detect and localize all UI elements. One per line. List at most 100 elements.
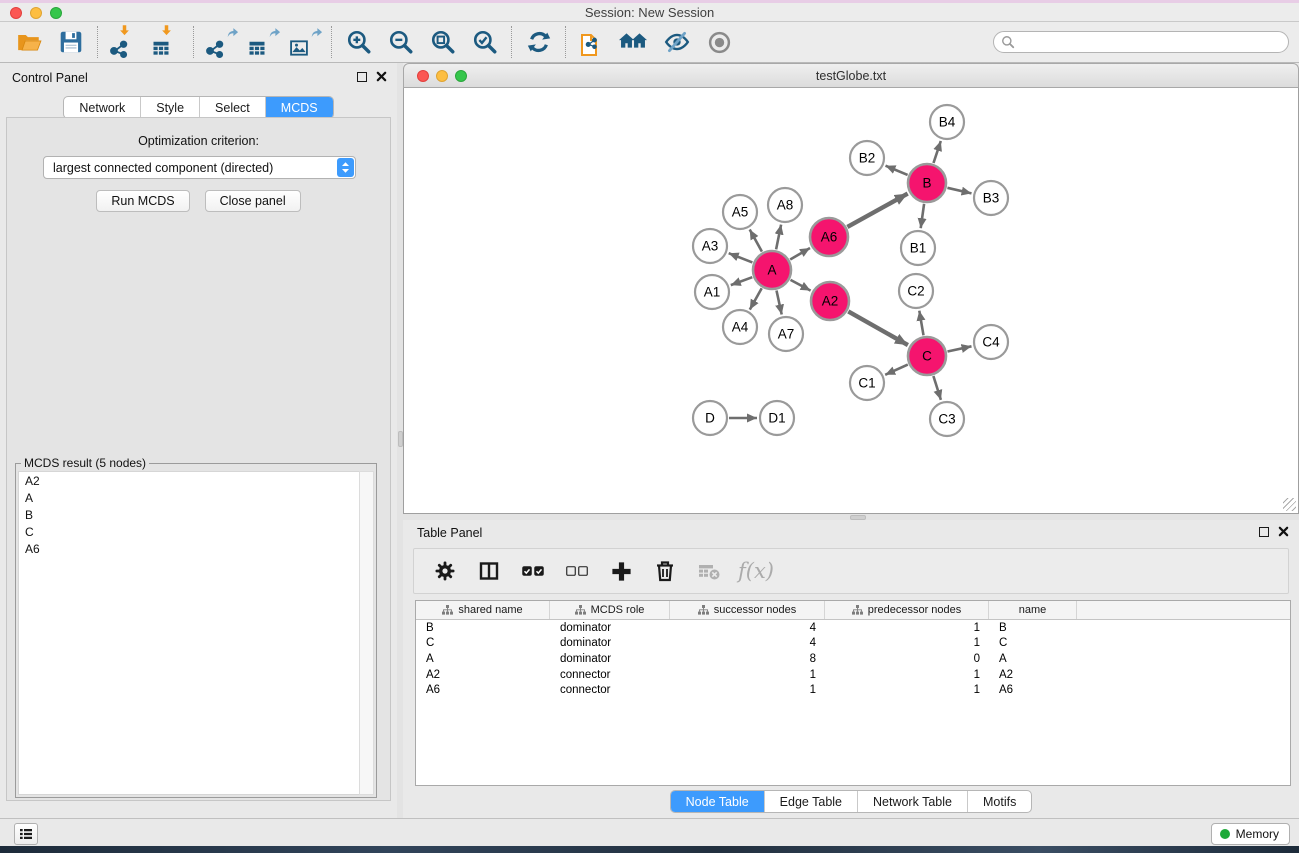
mcds-result-item[interactable]: A — [19, 489, 360, 506]
graph-node-C3[interactable]: C3 — [930, 402, 964, 436]
graph-edge-A-A2[interactable] — [791, 280, 811, 291]
table-cell[interactable]: connector — [550, 684, 670, 696]
graph-node-C2[interactable]: C2 — [899, 274, 933, 308]
close-panel-icon[interactable] — [1278, 526, 1289, 537]
graph-node-A8[interactable]: A8 — [768, 188, 802, 222]
graph-edge-B-B1[interactable] — [921, 204, 924, 228]
graph-edge-A-A4[interactable] — [750, 288, 762, 309]
column-header-shared-name[interactable]: shared name — [416, 601, 550, 619]
close-panel-icon[interactable] — [376, 71, 387, 82]
export-network-button[interactable] — [200, 24, 242, 60]
divider-grip[interactable] — [850, 515, 866, 520]
save-session-button[interactable] — [50, 24, 92, 60]
open-session-button[interactable] — [8, 24, 50, 60]
graph-node-B[interactable]: B — [908, 164, 946, 202]
column-header-predecessor-nodes[interactable]: predecessor nodes — [825, 601, 989, 619]
graph-edge-A-A3[interactable] — [729, 253, 753, 262]
criterion-select[interactable]: largest connected component (directed) — [43, 156, 356, 179]
graph-edge-C-C1[interactable] — [885, 365, 908, 375]
table-cell[interactable]: 1 — [670, 669, 825, 681]
graph-edge-C-C2[interactable] — [919, 311, 923, 336]
graph-edge-A6-B[interactable] — [847, 194, 907, 227]
select-all-button[interactable] — [518, 556, 548, 586]
graph-node-B4[interactable]: B4 — [930, 105, 964, 139]
graph-edge-B-B2[interactable] — [886, 166, 908, 175]
import-network-button[interactable] — [104, 24, 146, 60]
table-cell[interactable]: 1 — [825, 622, 989, 634]
graph-edge-A2-C[interactable] — [848, 311, 908, 345]
export-image-button[interactable] — [284, 24, 326, 60]
zoom-out-button[interactable] — [380, 24, 422, 60]
tab-node-table[interactable]: Node Table — [671, 791, 764, 812]
refresh-view-button[interactable] — [518, 24, 560, 60]
table-row[interactable]: Bdominator41B — [416, 620, 1290, 636]
graph-node-A5[interactable]: A5 — [723, 195, 757, 229]
graph-node-A7[interactable]: A7 — [769, 317, 803, 351]
show-columns-button[interactable] — [474, 556, 504, 586]
graph-edge-C-C3[interactable] — [933, 376, 941, 400]
table-cell[interactable]: 1 — [670, 684, 825, 696]
table-cell[interactable]: B — [416, 622, 550, 634]
graph-node-C[interactable]: C — [908, 337, 946, 375]
delete-table-button[interactable] — [694, 556, 724, 586]
graph-node-A3[interactable]: A3 — [693, 229, 727, 263]
zoom-selected-button[interactable] — [464, 24, 506, 60]
mcds-result-item[interactable]: C — [19, 523, 360, 540]
table-cell[interactable]: dominator — [550, 653, 670, 665]
graph-node-A1[interactable]: A1 — [695, 275, 729, 309]
graph-node-B2[interactable]: B2 — [850, 141, 884, 175]
table-cell[interactable]: 8 — [670, 653, 825, 665]
graph-edge-A-A5[interactable] — [750, 230, 762, 252]
export-table-button[interactable] — [242, 24, 284, 60]
float-panel-icon[interactable] — [357, 72, 367, 82]
delete-column-button[interactable] — [650, 556, 680, 586]
table-cell[interactable]: 4 — [670, 622, 825, 634]
deselect-all-button[interactable] — [562, 556, 592, 586]
table-cell[interactable]: A6 — [416, 684, 550, 696]
table-cell[interactable]: B — [989, 622, 1077, 634]
tab-select[interactable]: Select — [199, 97, 265, 118]
window-resize-grip[interactable] — [1283, 498, 1296, 511]
table-cell[interactable]: 1 — [825, 637, 989, 649]
import-table-button[interactable] — [146, 24, 188, 60]
table-cell[interactable]: C — [416, 637, 550, 649]
table-cell[interactable]: A2 — [989, 669, 1077, 681]
graph-node-B3[interactable]: B3 — [974, 181, 1008, 215]
tab-mcds[interactable]: MCDS — [265, 97, 333, 118]
network-from-file-button[interactable] — [572, 24, 614, 60]
graph-edge-A-A6[interactable] — [790, 248, 810, 260]
graph-node-C1[interactable]: C1 — [850, 366, 884, 400]
table-row[interactable]: A6connector11A6 — [416, 682, 1290, 698]
column-header-MCDS-role[interactable]: MCDS role — [550, 601, 670, 619]
mcds-result-item[interactable]: A2 — [19, 472, 360, 489]
table-cell[interactable]: 4 — [670, 637, 825, 649]
table-cell[interactable]: 1 — [825, 669, 989, 681]
tab-motifs[interactable]: Motifs — [967, 791, 1031, 812]
task-history-button[interactable] — [14, 823, 38, 845]
graph-node-A6[interactable]: A6 — [810, 218, 848, 256]
divider-grip[interactable] — [398, 431, 403, 447]
table-cell[interactable]: 0 — [825, 653, 989, 665]
graph-node-A4[interactable]: A4 — [723, 310, 757, 344]
mcds-list-scrollbar[interactable] — [359, 471, 374, 795]
column-header-successor-nodes[interactable]: successor nodes — [670, 601, 825, 619]
search-input[interactable] — [993, 31, 1289, 53]
close-panel-button[interactable]: Close panel — [205, 190, 301, 212]
graph-edge-B-B4[interactable] — [934, 141, 941, 163]
graph-node-D1[interactable]: D1 — [760, 401, 794, 435]
home-panels-button[interactable] — [614, 24, 656, 60]
graph-node-A[interactable]: A — [753, 251, 791, 289]
run-mcds-button[interactable]: Run MCDS — [96, 190, 189, 212]
hide-graphics-details-button[interactable] — [656, 24, 698, 60]
table-cell[interactable]: A — [416, 653, 550, 665]
graph-node-B1[interactable]: B1 — [901, 231, 935, 265]
network-canvas[interactable]: B4B2BB3A8A5A6A3B1AC2A1A2A4A7C4CC1DD1C3 — [403, 88, 1299, 514]
graph-edge-C-C4[interactable] — [948, 346, 972, 351]
table-row[interactable]: Adominator80A — [416, 651, 1290, 667]
table-settings-button[interactable] — [430, 556, 460, 586]
graph-node-C4[interactable]: C4 — [974, 325, 1008, 359]
graph-edge-A-A7[interactable] — [777, 291, 782, 315]
table-cell[interactable]: A6 — [989, 684, 1077, 696]
table-cell[interactable]: C — [989, 637, 1077, 649]
table-cell[interactable]: 1 — [825, 684, 989, 696]
